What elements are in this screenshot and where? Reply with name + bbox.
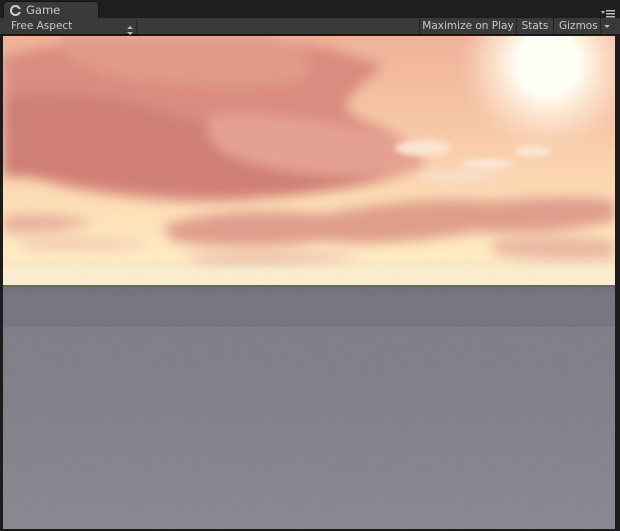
tab-game-label: Game [26,2,61,17]
clouds [3,36,424,202]
tab-game[interactable]: Game [3,1,99,18]
gizmos-button[interactable]: Gizmos [553,18,600,34]
stats-button[interactable]: Stats [516,18,553,34]
aspect-ratio-dropdown[interactable]: Free Aspect [5,19,137,35]
aspect-ratio-label: Free Aspect [11,20,73,32]
chevron-down-icon[interactable] [600,18,612,34]
game-viewport[interactable] [3,36,615,529]
game-toolbar: Free Aspect Maximize on Play Stats Gizmo… [0,18,620,35]
dropdown-arrows-icon [127,21,133,35]
game-window: Game Free Aspect Maximize on Play Stats … [0,0,620,531]
scene-render [3,36,615,529]
game-controller-icon [10,4,21,16]
tab-menu-icon[interactable] [601,4,615,18]
tab-strip: Game [0,0,620,18]
maximize-on-play-button[interactable]: Maximize on Play [419,18,516,34]
